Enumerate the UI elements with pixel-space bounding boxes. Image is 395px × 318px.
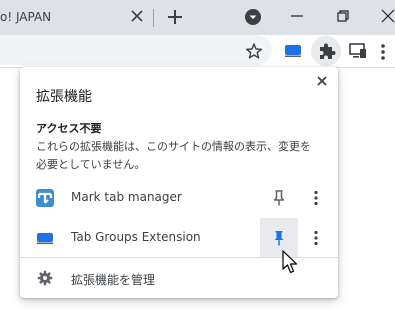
window-close-icon[interactable]: [378, 6, 395, 26]
extension-name: Mark tab manager: [71, 190, 182, 204]
address-bar[interactable]: [0, 35, 272, 65]
star-icon[interactable]: [245, 42, 263, 60]
pin-filled-icon: [274, 231, 284, 246]
puzzle-icon: [320, 43, 336, 59]
pin-icon: [273, 190, 285, 206]
minimize-icon[interactable]: [287, 6, 307, 26]
more-vert-icon[interactable]: [380, 43, 386, 61]
toolbar: [0, 35, 395, 68]
browser-window: o! JAPAN 拡張機能 アクセス不要 これらの拡張機能は、このサイトの情報の…: [0, 0, 395, 318]
cast-icon[interactable]: [349, 43, 367, 59]
restore-icon[interactable]: [333, 6, 353, 26]
mouse-cursor-icon: [282, 250, 298, 274]
popup-title: 拡張機能: [36, 89, 92, 105]
gear-icon: [37, 270, 53, 286]
mark-tab-manager-icon: [36, 189, 54, 207]
tab-separator: [153, 9, 154, 27]
close-icon[interactable]: [129, 8, 145, 24]
more-vert-icon[interactable]: [313, 190, 319, 206]
tab-groups-toolbar-icon[interactable]: [285, 45, 301, 57]
tab-title: o! JAPAN: [0, 10, 52, 24]
extension-row[interactable]: Mark tab manager: [20, 178, 338, 218]
tab-groups-extension-icon: [37, 233, 53, 245]
tab-strip: o! JAPAN: [0, 0, 395, 35]
extensions-button[interactable]: [311, 36, 341, 66]
section-title: アクセス不要: [36, 122, 102, 135]
section-description: これらの拡張機能は、このサイトの情報の表示、変更を必要としていません。: [36, 140, 311, 171]
pin-button[interactable]: [260, 178, 298, 218]
extension-name: Tab Groups Extension: [71, 230, 201, 244]
close-icon[interactable]: [314, 73, 330, 89]
more-vert-icon[interactable]: [313, 230, 319, 246]
tab-search-button[interactable]: [245, 9, 261, 25]
chevron-down-icon: [249, 15, 257, 19]
plus-icon[interactable]: [165, 7, 185, 27]
manage-extensions-label: 拡張機能を管理: [71, 273, 156, 287]
browser-tab[interactable]: o! JAPAN: [0, 0, 153, 35]
